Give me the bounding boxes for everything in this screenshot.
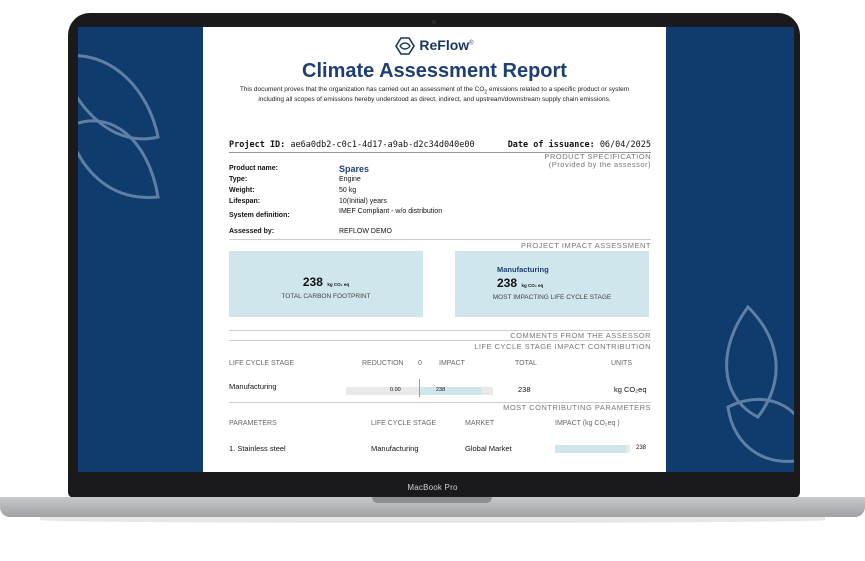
col-total: TOTAL: [515, 360, 537, 367]
project-id-label: Project ID:: [229, 140, 286, 150]
reduction-bar: [346, 387, 419, 395]
product-name-value: Spares: [339, 164, 370, 174]
lifecycle-heading: LIFE CYCLE STAGE IMPACT CONTRIBUTION: [474, 342, 651, 351]
row-total: 238: [518, 385, 531, 394]
date-value: 06/04/2025: [599, 140, 651, 150]
project-id-value: ae6a0db2-c0c1-4d17-a9ab-d2c34d040e00: [290, 140, 475, 150]
product-spec-subheading: (Provided by the assessor): [548, 160, 651, 169]
parameters-heading: MOST CONTRIBUTING PARAMETERS: [503, 403, 651, 412]
row-impact: 238: [436, 387, 446, 393]
impact-heading: PROJECT IMPACT ASSESSMENT: [520, 241, 651, 250]
camera-icon: [432, 20, 436, 24]
leaf-decoration-icon: [725, 304, 794, 463]
total-value: 238: [302, 275, 323, 289]
divider: [229, 340, 651, 341]
leaf-decoration-icon: [78, 54, 160, 199]
row-stage: Manufacturing: [229, 382, 277, 391]
total-unit: kg CO₂ eq: [327, 282, 350, 287]
param-bar-fill: [555, 445, 627, 453]
param-market: Global Market: [465, 444, 512, 453]
col-stage: LIFE CYCLE STAGE: [229, 360, 295, 367]
top-stage-card: Manufacturing 238 kg CO₂ eq MOST IMPACTI…: [455, 251, 649, 317]
top-unit: kg CO₂ eq: [521, 283, 544, 288]
date-label: Date of issuance:: [507, 140, 595, 150]
col-param-stage: LIFE CYCLE STAGE: [371, 420, 437, 427]
intro-text: This document proves that the organizati…: [239, 86, 485, 93]
total-value-row: 238 kg CO₂ eq: [229, 273, 423, 291]
laptop-shadow: [40, 517, 825, 523]
device-label: MacBook Pro: [407, 483, 458, 492]
report-intro: This document proves that the organizati…: [237, 86, 632, 104]
top-stage-name: Manufacturing: [497, 265, 549, 274]
col-units: UNITS: [611, 360, 632, 367]
top-caption: MOST IMPACTING LIFE CYCLE STAGE: [492, 294, 612, 301]
param-stage: Manufacturing: [371, 444, 419, 453]
comments-heading: COMMENTS FROM THE ASSESSOR: [510, 331, 651, 340]
top-value: 238: [497, 276, 518, 290]
row-reduction: 0.00: [390, 387, 401, 393]
registered-mark: ®: [469, 40, 474, 47]
col-param: PARAMETERS: [229, 420, 277, 427]
col-market: MARKET: [465, 420, 495, 427]
impact-bar-fill: [420, 387, 483, 395]
report-title: Climate Assessment Report: [302, 60, 567, 82]
total-caption: TOTAL CARBON FOOTPRINT: [281, 293, 371, 300]
col-param-impact: IMPACT (kg CO₂eq ): [555, 420, 620, 427]
reflow-logo-icon: [395, 37, 416, 56]
brand-name: ReFlow: [419, 37, 470, 53]
divider: [229, 239, 651, 240]
col-zero: 0: [418, 360, 422, 367]
laptop-notch: [372, 497, 492, 503]
param-name: 1. Stainless steel: [229, 444, 286, 453]
col-impact: IMPACT: [439, 360, 465, 367]
param-impact: 238: [636, 445, 647, 451]
report-document: ReFlow® Climate Assessment Report This d…: [203, 27, 666, 472]
row-units: kg CO₂eq: [614, 385, 647, 394]
brand-logo: ReFlow®: [203, 37, 666, 56]
total-footprint-card: 238 kg CO₂ eq TOTAL CARBON FOOTPRINT: [229, 251, 423, 317]
top-value-row: 238 kg CO₂ eq: [455, 274, 649, 292]
col-reduction: REDUCTION: [362, 360, 404, 367]
issuance-date: Date of issuance: 06/04/2025: [508, 140, 651, 150]
